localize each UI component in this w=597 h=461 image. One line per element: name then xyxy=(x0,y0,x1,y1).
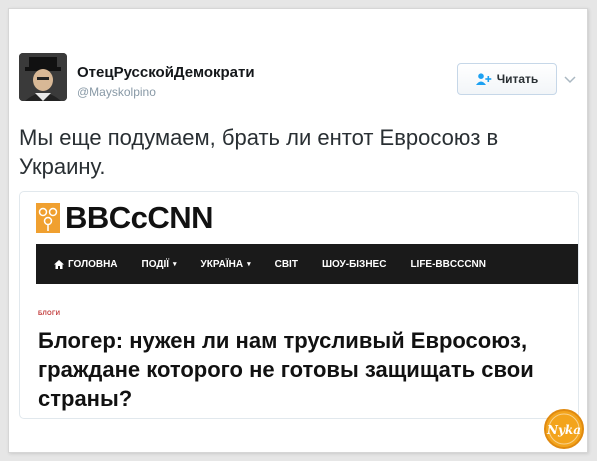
watermark-logo: Nyka xyxy=(543,408,585,450)
nav-item-world[interactable]: СВІТ xyxy=(263,259,310,270)
follow-user-icon xyxy=(475,73,491,85)
display-name[interactable]: ОтецРусскойДемократи xyxy=(77,64,255,81)
watermark-badge-icon: Nyka xyxy=(544,409,584,449)
site-logo: BBCcCNN xyxy=(36,200,214,236)
chevron-down-icon xyxy=(564,76,576,84)
logo-emblem-icon xyxy=(36,203,60,233)
nav-label: СВІТ xyxy=(274,258,298,270)
user-handle[interactable]: @Mayskolpino xyxy=(77,85,156,99)
nav-item-ukraine[interactable]: УКРАЇНА ▾ xyxy=(189,259,263,270)
nav-item-events[interactable]: ПОДІЇ ▾ xyxy=(130,259,189,270)
follow-label: Читать xyxy=(496,72,539,86)
home-icon xyxy=(54,259,64,269)
svg-text:Nyka: Nyka xyxy=(546,423,581,437)
nav-label: УКРАЇНА xyxy=(200,258,244,270)
site-nav: ГОЛОВНА ПОДІЇ ▾ УКРАЇНА ▾ СВІТ ШОУ-БІЗНЕ… xyxy=(36,244,578,284)
logo-text: BBCcCNN xyxy=(65,200,214,235)
nav-label: LIFE-BBCCCNN xyxy=(410,258,486,270)
article-headline[interactable]: Блогер: нужен ли нам трусливый Евросоюз,… xyxy=(38,326,558,413)
more-options-button[interactable] xyxy=(561,71,579,89)
avatar[interactable] xyxy=(19,53,67,101)
embedded-image[interactable]: BBCcCNN ГОЛОВНА ПОДІЇ ▾ УКРАЇНА ▾ СВІТ Ш… xyxy=(19,191,579,419)
follow-button[interactable]: Читать xyxy=(457,63,557,95)
avatar-portrait-icon xyxy=(19,53,67,101)
chevron-down-icon: ▾ xyxy=(247,261,251,268)
chevron-down-icon: ▾ xyxy=(173,261,177,268)
tweet-text: Мы еще подумаем, брать ли ентот Евросоюз… xyxy=(19,125,499,179)
section-label[interactable]: БЛОГИ xyxy=(38,311,60,317)
nav-label: ШОУ-БІЗНЕС xyxy=(321,258,387,270)
nav-item-home[interactable]: ГОЛОВНА xyxy=(36,259,130,270)
nav-item-life[interactable]: LIFE-BBCCCNN xyxy=(398,259,498,270)
nav-label: ГОЛОВНА xyxy=(68,258,118,270)
tweet-card: ОтецРусскойДемократи @Mayskolpino Читать… xyxy=(8,8,588,453)
nav-item-showbiz[interactable]: ШОУ-БІЗНЕС xyxy=(310,259,398,270)
nav-label: ПОДІЇ xyxy=(141,258,170,270)
